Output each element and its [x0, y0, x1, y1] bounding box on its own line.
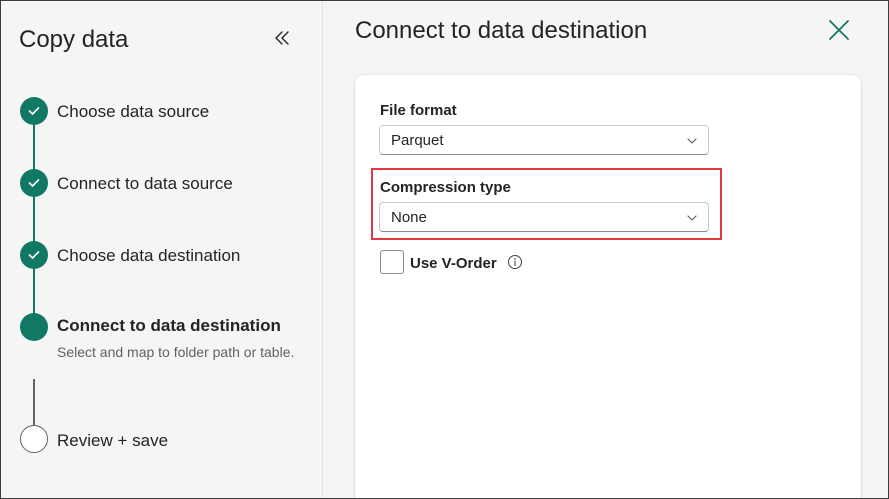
step-complete-icon: [20, 97, 48, 125]
step-complete-icon: [20, 241, 48, 269]
file-format-value: Parquet: [391, 132, 444, 149]
step-label-connect-to-data-destination: Connect to data destination: [57, 316, 281, 335]
step-connector: [33, 195, 35, 243]
step-label-choose-data-source: Choose data source: [57, 102, 210, 121]
step-label-review-save: Review + save: [57, 431, 169, 450]
chevron-down-icon: [687, 138, 697, 144]
collapse-sidebar-button[interactable]: [269, 25, 295, 51]
step-label-connect-to-data-source: Connect to data source: [57, 174, 233, 193]
chevron-down-icon: [687, 215, 697, 221]
step-connector: [33, 123, 35, 171]
copy-data-wizard: Copy data Choose data source Connect to …: [0, 0, 889, 499]
step-pending-icon: [20, 425, 48, 453]
main-panel: Connect to data destination File format …: [324, 1, 888, 498]
compression-type-value: None: [391, 209, 427, 226]
file-format-dropdown[interactable]: Parquet: [379, 125, 709, 155]
v-order-label: Use V-Order: [410, 255, 497, 272]
page-title: Connect to data destination: [355, 17, 648, 44]
settings-card: File format Parquet Compression type Non…: [355, 75, 861, 498]
double-chevron-left-icon: [275, 31, 289, 45]
step-connector: [33, 379, 35, 425]
step-connector: [33, 267, 35, 313]
step-label-choose-data-destination: Choose data destination: [57, 246, 241, 265]
close-button[interactable]: [824, 15, 854, 45]
wizard-sidebar: Copy data Choose data source Connect to …: [1, 1, 323, 498]
step-description: Select and map to folder path or table.: [57, 344, 295, 360]
step-current-icon: [20, 313, 48, 341]
info-icon[interactable]: [507, 254, 523, 270]
file-format-label: File format: [380, 102, 457, 119]
v-order-checkbox[interactable]: [380, 250, 404, 274]
compression-type-label: Compression type: [380, 179, 511, 196]
sidebar-title: Copy data: [19, 26, 129, 53]
close-icon: [829, 20, 849, 40]
compression-type-dropdown[interactable]: None: [379, 202, 709, 232]
step-complete-icon: [20, 169, 48, 197]
